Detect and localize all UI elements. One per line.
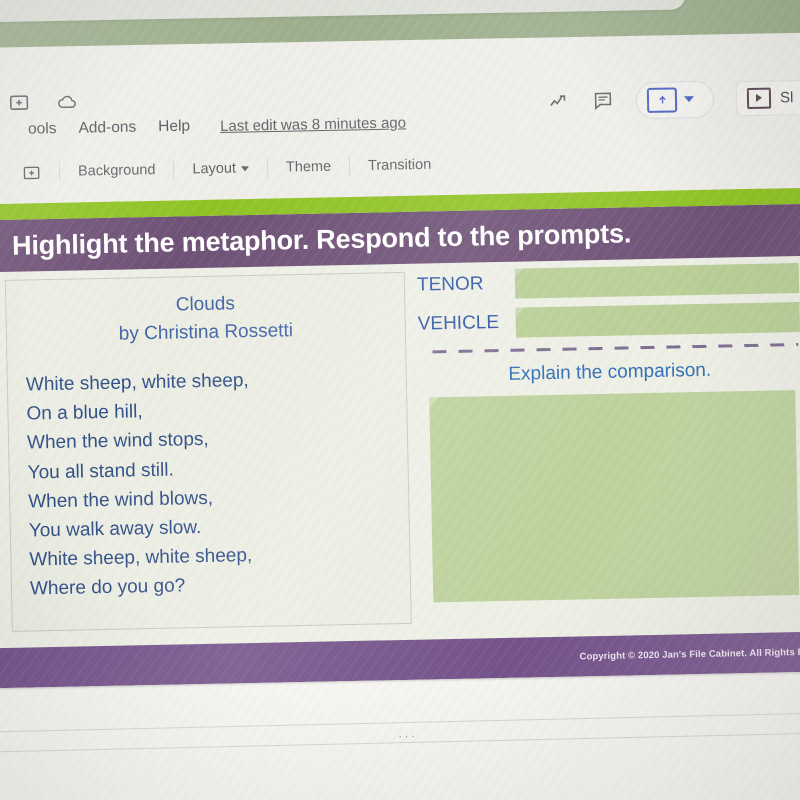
toolbar-theme[interactable]: Theme — [268, 158, 349, 176]
toolbar-layout-label: Layout — [192, 160, 237, 178]
slide-body: Clouds by Christina Rossetti White sheep… — [0, 256, 800, 637]
screen-photo: Sl ools Add-ons Help Last edit was 8 min… — [0, 0, 800, 800]
chevron-down-icon — [240, 165, 250, 172]
poem-lines: White sheep, white sheep, On a blue hill… — [26, 363, 393, 604]
copyright-text: Copyright © 2020 Jan's File Cabinet. All… — [579, 646, 800, 662]
vehicle-label: VEHICLE — [417, 311, 500, 335]
explain-label: Explain the comparison. — [508, 359, 712, 385]
toolbar-background[interactable]: Background — [60, 162, 174, 180]
toolbar-layout[interactable]: Layout — [174, 160, 267, 178]
explain-answer-box[interactable] — [429, 390, 800, 603]
menu-help[interactable]: Help — [158, 118, 190, 137]
vehicle-row: VEHICLE — [417, 301, 800, 340]
toolbar-transition[interactable]: Transition — [350, 156, 449, 174]
slide-canvas[interactable]: Highlight the metaphor. Respond to the p… — [0, 203, 800, 689]
last-edit-status[interactable]: Last edit was 8 minutes ago — [220, 114, 406, 135]
add-slide-icon[interactable] — [8, 91, 30, 113]
poem-line: Where do you go? — [29, 575, 186, 600]
poem-author: by Christina Rossetti — [118, 320, 294, 345]
dashed-divider — [432, 343, 799, 354]
menu-tools[interactable]: ools — [28, 120, 57, 139]
cloud-saved-icon — [56, 91, 78, 113]
prompt-panel: TENOR VEHICLE Explain the comparison. — [417, 262, 800, 622]
new-slide-icon — [22, 163, 41, 182]
slide-area: Highlight the metaphor. Respond to the p… — [0, 187, 800, 689]
new-slide-button[interactable] — [4, 162, 59, 182]
vehicle-input[interactable] — [515, 301, 800, 338]
speaker-notes-handle[interactable]: ··· — [398, 728, 417, 743]
poem-card[interactable]: Clouds by Christina Rossetti White sheep… — [4, 271, 412, 632]
tenor-row: TENOR — [417, 262, 800, 301]
menu-add-ons[interactable]: Add-ons — [78, 119, 136, 138]
slide-title: Highlight the metaphor. Respond to the p… — [11, 217, 632, 261]
tenor-label: TENOR — [416, 272, 484, 296]
tenor-input[interactable] — [514, 262, 800, 299]
